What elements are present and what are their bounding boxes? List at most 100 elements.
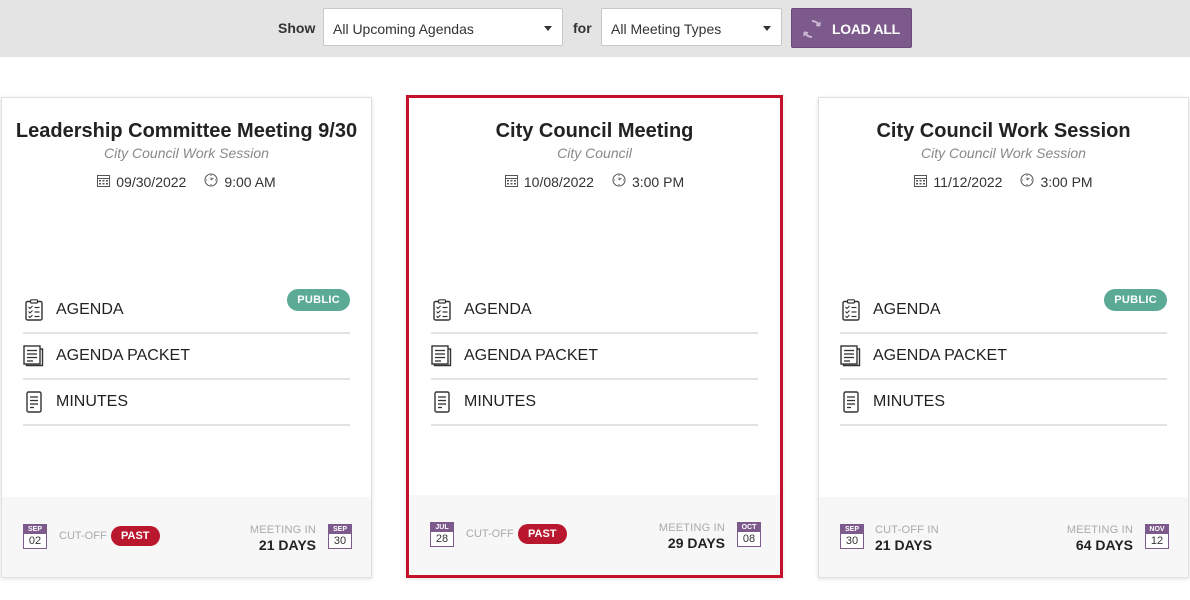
meeting-date-icon: SEP 30	[328, 524, 352, 549]
for-label: for	[573, 20, 592, 36]
past-badge: PAST	[518, 524, 567, 544]
meeting-in-days: 21 DAYS	[258, 537, 316, 553]
agenda-checklist-icon	[431, 299, 453, 321]
doc-row-agenda[interactable]: AGENDA PUBLIC	[840, 288, 1167, 334]
calendar-icon	[97, 174, 116, 190]
meeting-in-days: 64 DAYS	[1075, 537, 1133, 553]
document-list: AGENDA AGENDA PACKET MINUTES	[431, 288, 758, 426]
cutoff-days: 21 DAYS	[875, 537, 933, 553]
meeting-datetime: 09/30/2022 9:00 AM	[2, 173, 371, 190]
cutoff-month: SEP	[24, 525, 46, 534]
meeting-type: City Council Work Session	[104, 145, 269, 161]
meeting-title[interactable]: City Council Work Session	[819, 120, 1188, 143]
doc-label: AGENDA PACKET	[873, 347, 1007, 364]
meeting-in-label: MEETING IN	[658, 522, 725, 534]
cutoff-date-icon: SEP 02	[23, 524, 47, 549]
doc-label: AGENDA PACKET	[464, 347, 598, 364]
meeting-day: 08	[742, 533, 756, 545]
meeting-date: 11/12/2022	[933, 174, 1003, 190]
meeting-card[interactable]: Leadership Committee Meeting 9/30 City Co…	[1, 97, 372, 578]
meeting-day: 30	[333, 535, 347, 547]
card-footer: SEP 30 CUT-OFF IN 21 DAYS MEETING IN 64 DAYS N…	[819, 497, 1188, 577]
meeting-in-days: 29 DAYS	[667, 535, 725, 551]
refresh-icon	[802, 19, 822, 42]
agenda-range-value: All Upcoming Agendas	[333, 21, 474, 37]
doc-label: MINUTES	[56, 393, 128, 410]
minutes-icon	[840, 391, 862, 413]
doc-row-agenda[interactable]: AGENDA PUBLIC	[23, 288, 350, 334]
doc-row-minutes[interactable]: MINUTES	[23, 380, 350, 426]
meeting-date-icon: NOV 12	[1145, 524, 1169, 549]
meeting-type: City Council	[557, 145, 632, 161]
load-all-label: LOAD ALL	[832, 21, 900, 37]
meeting-day: 12	[1150, 535, 1164, 547]
past-badge: PAST	[111, 526, 160, 546]
cutoff-label: CUT-OFF IN	[875, 524, 939, 536]
calendar-icon	[504, 174, 524, 190]
doc-row-agenda-packet[interactable]: AGENDA PACKET	[23, 334, 350, 380]
card-footer: SEP 02 CUT-OFF PAST MEETING IN 21 DAYS SEP 30	[2, 497, 371, 577]
cutoff-month: JUL	[431, 523, 453, 532]
minutes-icon	[431, 391, 453, 413]
doc-row-minutes[interactable]: MINUTES	[840, 380, 1167, 426]
filter-bar: Show All Upcoming Agendas for All Meetin…	[0, 0, 1190, 57]
meeting-datetime: 11/12/2022 3:00 PM	[819, 173, 1188, 190]
agenda-checklist-icon	[23, 299, 45, 321]
document-list: AGENDA PUBLIC AGENDA PACKET MINUTES	[840, 288, 1167, 426]
cutoff-date-icon: SEP 30	[840, 524, 864, 549]
cutoff-day: 28	[435, 533, 449, 545]
meeting-card[interactable]: City Council Work Session City Council Wo…	[818, 97, 1189, 578]
meeting-time: 3:00 PM	[631, 173, 685, 190]
meeting-in-label: MEETING IN	[1066, 524, 1133, 536]
agenda-packet-icon	[23, 345, 45, 367]
doc-label: AGENDA	[873, 301, 941, 318]
meeting-month: SEP	[329, 525, 351, 534]
meeting-type-select[interactable]: All Meeting Types	[601, 8, 782, 46]
meeting-month: OCT	[738, 523, 760, 532]
calendar-icon	[914, 174, 933, 190]
meeting-date: 10/08/2022	[523, 174, 594, 190]
cutoff-date-icon: JUL 28	[430, 522, 454, 547]
minutes-icon	[23, 391, 45, 413]
document-list: AGENDA PUBLIC AGENDA PACKET MINUTES	[23, 288, 350, 426]
agenda-range-select[interactable]: All Upcoming Agendas	[323, 8, 563, 46]
meeting-datetime: 10/08/2022 3:00 PM	[409, 173, 780, 190]
chevron-down-icon	[544, 26, 552, 31]
chevron-down-icon	[763, 26, 771, 31]
clock-icon	[1020, 173, 1040, 190]
clock-icon	[204, 173, 224, 190]
doc-label: AGENDA PACKET	[56, 347, 190, 364]
cutoff-label: CUT-OFF	[59, 530, 107, 542]
cutoff-month: SEP	[841, 525, 863, 534]
cutoff-day: 02	[28, 535, 42, 547]
doc-row-agenda[interactable]: AGENDA	[431, 288, 758, 334]
meeting-month: NOV	[1146, 525, 1168, 534]
meeting-in-label: MEETING IN	[249, 524, 316, 536]
doc-label: MINUTES	[464, 393, 536, 410]
agenda-checklist-icon	[840, 299, 862, 321]
public-badge: PUBLIC	[287, 289, 350, 311]
meeting-card[interactable]: City Council Meeting City Council 10/08/20…	[406, 95, 783, 578]
meeting-type-value: All Meeting Types	[611, 21, 722, 37]
meeting-date: 09/30/2022	[116, 174, 187, 190]
doc-label: AGENDA	[56, 301, 124, 318]
doc-label: AGENDA	[464, 301, 532, 318]
clock-icon	[612, 173, 632, 190]
load-all-button[interactable]: LOAD ALL	[791, 8, 912, 48]
public-badge: PUBLIC	[1104, 289, 1167, 311]
card-footer: JUL 28 CUT-OFF PAST MEETING IN 29 DAYS OCT 08	[409, 495, 780, 575]
show-label: Show	[278, 20, 316, 36]
meeting-time: 9:00 AM	[224, 173, 276, 190]
doc-label: MINUTES	[873, 393, 945, 410]
doc-row-agenda-packet[interactable]: AGENDA PACKET	[431, 334, 758, 380]
agenda-packet-icon	[840, 345, 862, 367]
cutoff-label: CUT-OFF	[466, 528, 514, 540]
meeting-title[interactable]: City Council Meeting	[409, 120, 780, 143]
doc-row-agenda-packet[interactable]: AGENDA PACKET	[840, 334, 1167, 380]
meeting-type: City Council Work Session	[921, 145, 1086, 161]
meeting-date-icon: OCT 08	[737, 522, 761, 547]
meeting-title[interactable]: Leadership Committee Meeting 9/30	[2, 120, 371, 143]
meeting-time: 3:00 PM	[1040, 173, 1093, 190]
agenda-packet-icon	[431, 345, 453, 367]
doc-row-minutes[interactable]: MINUTES	[431, 380, 758, 426]
